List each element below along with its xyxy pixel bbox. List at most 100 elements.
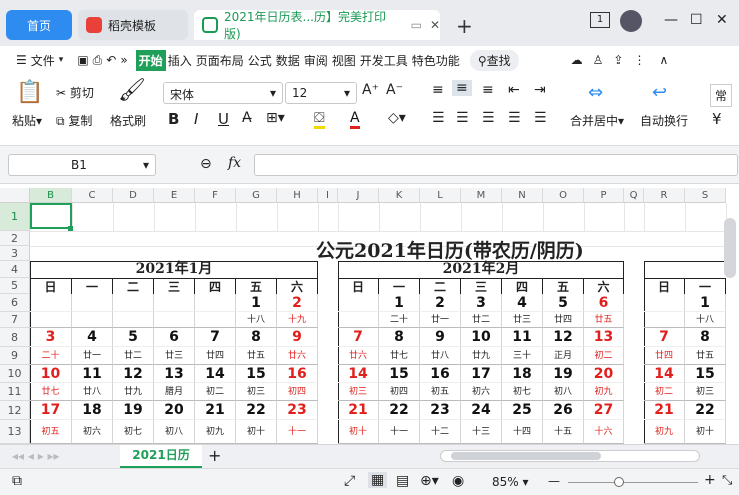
row-header-9[interactable]: 9 (0, 347, 30, 365)
close-window-icon[interactable]: ✕ (716, 12, 728, 28)
font-strike-icon[interactable]: A̶ (242, 110, 252, 126)
font-family-select[interactable]: 宋体 ▾ (163, 82, 283, 104)
column-header-f[interactable]: F (195, 188, 236, 203)
zoom-out-button[interactable]: — (548, 474, 560, 488)
horizontal-scrollbar[interactable] (440, 450, 700, 462)
zoom-in-button[interactable]: + (704, 472, 716, 488)
copy-button[interactable]: ⧉ 复制 (56, 112, 92, 129)
formula-input[interactable] (254, 154, 738, 176)
increase-font-icon[interactable]: A⁺ (362, 82, 379, 98)
italic-icon[interactable]: I (194, 110, 198, 128)
cut-button[interactable]: ✂ 剪切 (56, 84, 94, 101)
wrap-text-button[interactable]: 自动换行 (640, 112, 688, 129)
zoom-slider-handle[interactable] (614, 477, 624, 487)
merge-center-icon[interactable]: ⇔ (588, 82, 603, 103)
row-header-2[interactable]: 2 (0, 231, 30, 246)
row-header-12[interactable]: 12 (0, 401, 30, 420)
user-icon[interactable]: ♙ (591, 53, 606, 67)
distribute-icon[interactable]: ☰ (534, 110, 547, 126)
row-header-6[interactable]: 6 (0, 294, 30, 312)
row-header-11[interactable]: 11 (0, 383, 30, 401)
tab-document[interactable]: 2021年日历表...历】完美打印版) ▭ ✕ (194, 10, 440, 41)
column-header-r[interactable]: R (644, 188, 685, 203)
share-icon[interactable]: ⇪ (611, 53, 625, 67)
number-format-select[interactable]: 常 (710, 84, 733, 107)
row-header-4[interactable]: 4 (0, 261, 30, 278)
wrap-text-icon[interactable]: ↩ (652, 82, 667, 103)
column-header-h[interactable]: H (277, 188, 318, 203)
name-box[interactable]: B1 ▾ (8, 154, 156, 176)
add-sheet-button[interactable]: + (208, 446, 221, 465)
sheet-nav-icons[interactable]: ◂◂ ◂ ▸ ▸▸ (12, 449, 60, 463)
fx-icon[interactable]: fx (228, 155, 241, 171)
horizontal-scrollbar-thumb[interactable] (451, 452, 601, 460)
paste-icon[interactable]: 📋 (16, 80, 43, 105)
maximize-icon[interactable]: ☐ (690, 12, 703, 28)
reading-mode-icon[interactable]: ⊕▾ (420, 473, 439, 489)
menu-data[interactable]: 数据 (274, 52, 302, 69)
justify-icon[interactable]: ☰ (508, 110, 521, 126)
selected-cell-b1[interactable] (30, 203, 72, 229)
align-right-icon[interactable]: ☰ (482, 110, 495, 126)
row-header-10[interactable]: 10 (0, 365, 30, 383)
zoom-level[interactable]: 85% ▾ (492, 475, 529, 489)
brush-icon[interactable]: 🖌 (118, 78, 146, 103)
menu-formula[interactable]: 公式 (246, 52, 274, 69)
hamburger-icon[interactable]: ☰ (14, 53, 29, 67)
page-break-view-icon[interactable]: ▤ (396, 473, 409, 489)
column-header-d[interactable]: D (113, 188, 154, 203)
bold-icon[interactable]: B (168, 110, 179, 128)
file-dropdown-icon[interactable]: ▾ (57, 55, 66, 65)
column-header-j[interactable]: J (338, 188, 379, 203)
font-color-icon[interactable]: A (350, 110, 360, 129)
zoom-search-icon[interactable]: ⊖ (200, 156, 212, 172)
menu-insert[interactable]: 插入 (166, 52, 194, 69)
fill-color-icon[interactable]: ⛋ (314, 110, 325, 129)
menu-file[interactable]: 文件 (29, 52, 57, 69)
more-options-icon[interactable]: ⋮ (631, 53, 647, 67)
column-header-k[interactable]: K (379, 188, 420, 203)
indent-decrease-icon[interactable]: ⇤ (508, 82, 520, 98)
tab-home[interactable]: 首页 (6, 10, 72, 40)
more-icon[interactable]: » (118, 53, 129, 67)
macro-icon[interactable]: ⧉ (12, 473, 22, 489)
menu-developer[interactable]: 开发工具 (358, 52, 410, 69)
indent-increase-icon[interactable]: ⇥ (534, 82, 546, 98)
normal-view-icon[interactable]: ▦ (368, 472, 388, 488)
print-icon[interactable]: ⎙ (91, 53, 105, 68)
eraser-icon[interactable]: ◇▾ (388, 110, 406, 126)
tab-template[interactable]: 稻壳模板 (78, 10, 188, 40)
format-painter-button[interactable]: 格式刷 (110, 112, 146, 129)
align-center-icon[interactable]: ☰ (456, 110, 469, 126)
row-header-1[interactable]: 1 (0, 203, 30, 231)
column-header-o[interactable]: O (543, 188, 584, 203)
fullscreen-icon[interactable]: ⤢ (344, 473, 355, 489)
spreadsheet-grid[interactable]: BCDEFGHIJKLMNOPQRS 1 2 3 4 5 6 7 8 9 10 11 12 13 公元2… (0, 188, 739, 444)
underline-icon[interactable]: U (218, 110, 229, 128)
window-count-badge[interactable]: 1 (590, 12, 610, 28)
undo-icon[interactable]: ↶ (104, 53, 118, 67)
align-bottom-icon[interactable]: ≡ (482, 82, 494, 98)
border-icon[interactable]: ⊞▾ (266, 110, 285, 126)
new-tab-button[interactable]: + (456, 14, 473, 38)
merge-center-button[interactable]: 合并居中▾ (570, 112, 624, 129)
align-middle-icon[interactable]: ≡ (452, 80, 472, 96)
row-header-3[interactable]: 3 (0, 246, 30, 261)
column-header-g[interactable]: G (236, 188, 277, 203)
paste-button[interactable]: 粘贴▾ (12, 112, 42, 129)
vertical-scrollbar-thumb[interactable] (724, 218, 736, 278)
column-header-q[interactable]: Q (624, 188, 644, 203)
monitor-icon[interactable]: ▭ (411, 18, 422, 32)
expand-icon[interactable]: ⤡ (722, 473, 732, 488)
currency-icon[interactable]: ¥ (712, 110, 722, 128)
eye-protect-icon[interactable]: ◉ (452, 473, 464, 489)
select-all-corner[interactable] (0, 188, 30, 203)
close-tab-icon[interactable]: ✕ (430, 18, 440, 32)
column-header-l[interactable]: L (420, 188, 461, 203)
search-button[interactable]: ⚲查找 (469, 49, 519, 71)
column-header-b[interactable]: B (30, 188, 72, 203)
row-header-8[interactable]: 8 (0, 328, 30, 347)
menu-page-layout[interactable]: 页面布局 (194, 52, 246, 69)
column-header-n[interactable]: N (502, 188, 543, 203)
align-top-icon[interactable]: ≡ (432, 82, 444, 98)
